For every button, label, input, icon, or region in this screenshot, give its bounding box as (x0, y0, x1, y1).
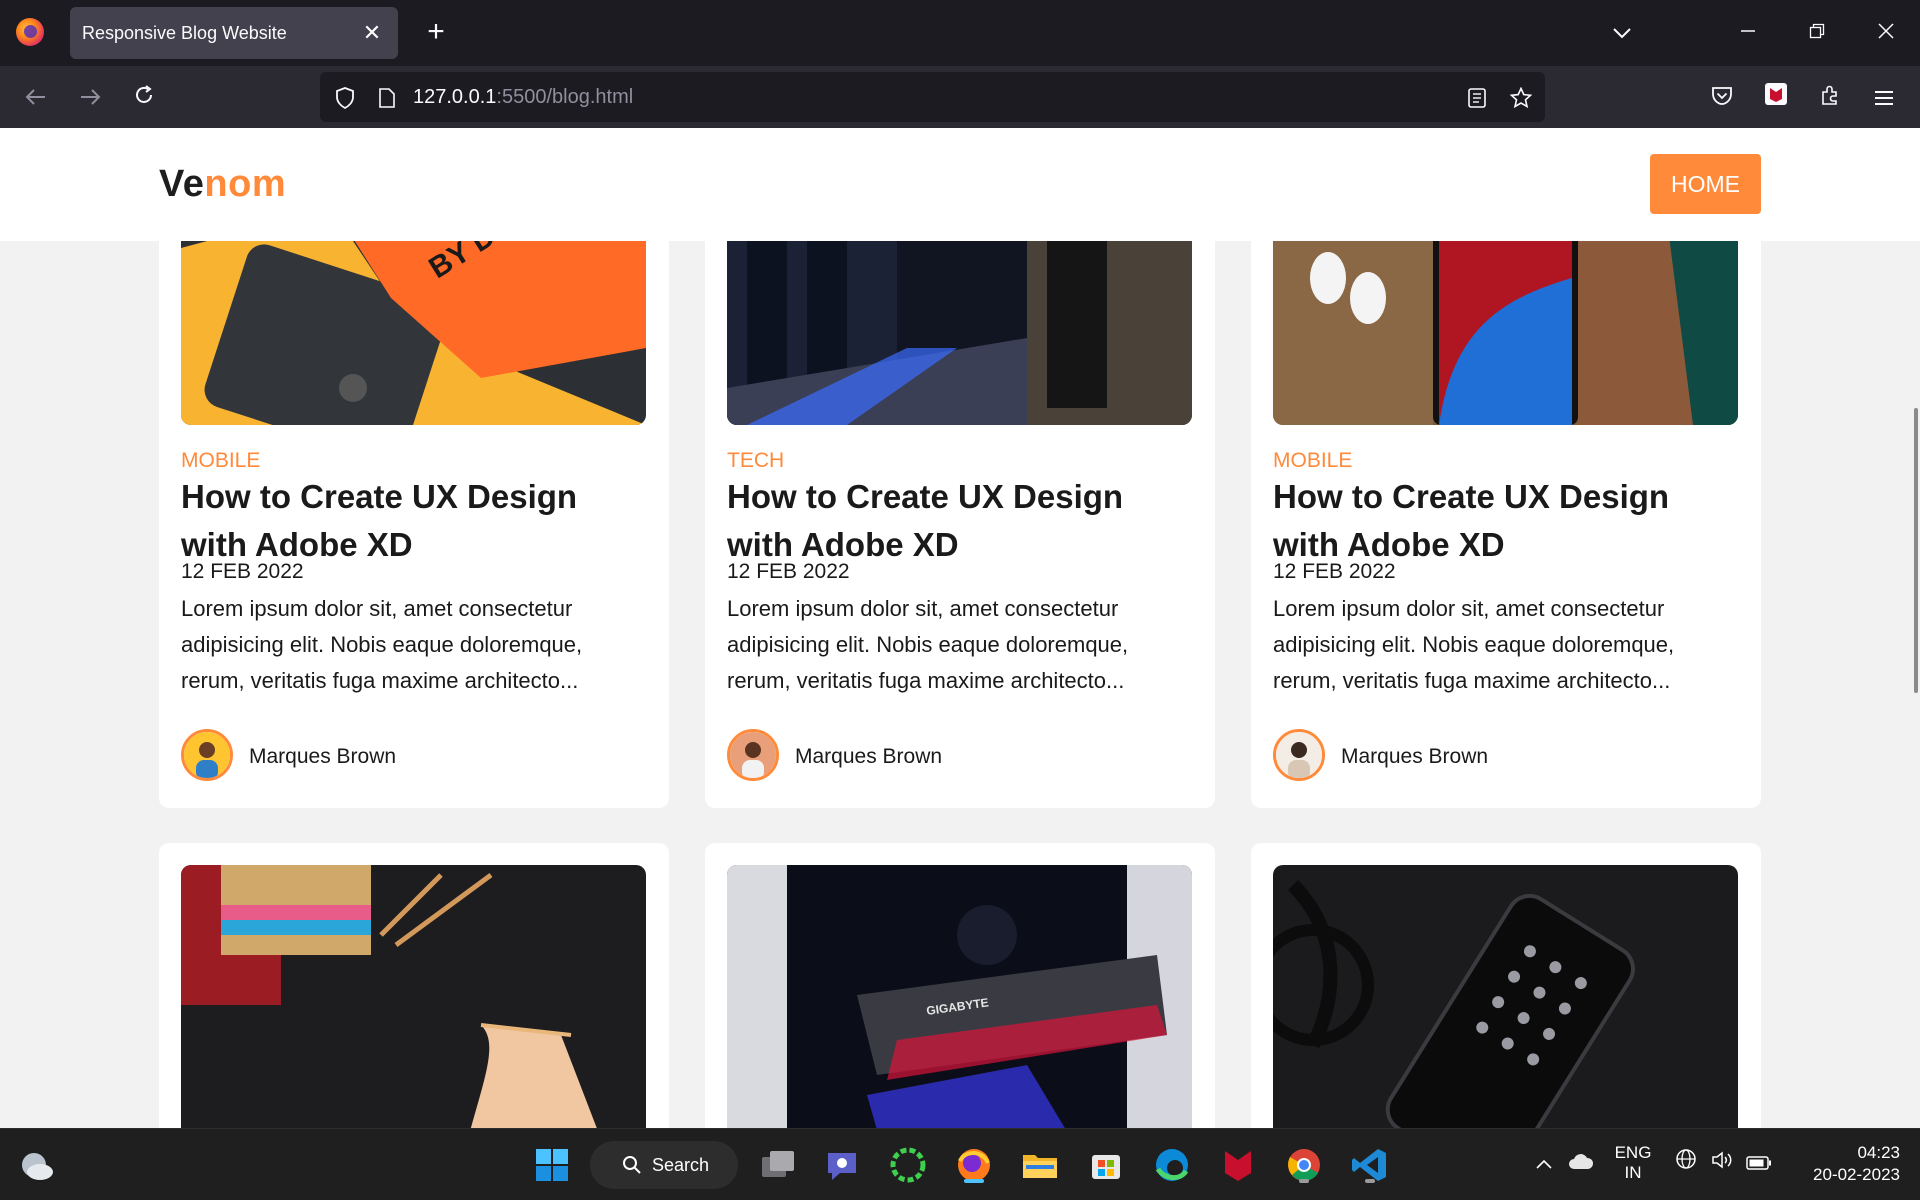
post-image[interactable] (1273, 865, 1738, 1128)
post-date: 12 FEB 2022 (181, 560, 304, 583)
tab-active[interactable]: Responsive Blog Website ✕ (70, 7, 398, 59)
file-explorer-icon[interactable] (1018, 1143, 1062, 1187)
blog-card[interactable] (159, 843, 669, 1128)
list-all-tabs-icon[interactable] (1602, 12, 1642, 52)
weather-icon[interactable] (14, 1143, 58, 1187)
browser-tab-bar: Responsive Blog Website ✕ + (0, 0, 1920, 66)
post-title[interactable]: How to Create UX Design with Adobe XD (181, 473, 651, 569)
page-icon (367, 72, 407, 122)
reload-icon[interactable] (124, 77, 164, 117)
bookmark-star-icon[interactable] (1501, 72, 1541, 122)
blog-card[interactable] (1251, 843, 1761, 1128)
home-button[interactable]: HOME (1650, 154, 1761, 214)
author-name: Marques Brown (249, 745, 397, 768)
search-icon (623, 1156, 641, 1174)
teams-chat-icon[interactable] (820, 1143, 864, 1187)
post-category[interactable]: MOBILE (181, 449, 260, 473)
app-ring-icon[interactable] (886, 1143, 930, 1187)
reader-view-icon[interactable] (1457, 72, 1497, 122)
tab-title: Responsive Blog Website (82, 23, 287, 43)
taskbar-search[interactable]: Search (590, 1141, 738, 1189)
forward-arrow-icon[interactable] (70, 77, 110, 117)
mcafee-icon[interactable] (1216, 1143, 1260, 1187)
vscode-icon[interactable] (1348, 1143, 1392, 1187)
post-category[interactable]: MOBILE (1273, 449, 1352, 473)
region-label: IN (1624, 1163, 1642, 1182)
post-image[interactable]: GIGABYTE (727, 865, 1192, 1128)
post-title[interactable]: How to Create UX Design with Adobe XD (727, 473, 1197, 569)
restore-icon[interactable] (1797, 12, 1837, 52)
post-date: 12 FEB 2022 (727, 560, 850, 583)
clock-date: 20-02-2023 (1813, 1165, 1900, 1184)
site-header: Venom HOME (0, 128, 1920, 241)
extension-mcafee-icon[interactable] (1756, 77, 1796, 117)
blog-card[interactable]: TECH How to Create UX Design with Adobe … (705, 188, 1215, 808)
author-name: Marques Brown (1341, 745, 1489, 768)
author-avatar (1273, 729, 1325, 781)
clock[interactable]: 04:23 20-02-2023 (1792, 1129, 1900, 1200)
address-bar[interactable]: 127.0.0.1:5500/blog.html (320, 72, 1545, 122)
post-category[interactable]: TECH (727, 449, 784, 473)
close-window-icon[interactable] (1866, 12, 1906, 52)
tab-close-icon[interactable]: ✕ (356, 17, 388, 49)
blog-card[interactable]: GIGABYTE (705, 843, 1215, 1128)
search-label: Search (652, 1155, 710, 1175)
post-excerpt: Lorem ipsum dolor sit, amet consectetur … (1273, 596, 1675, 693)
menu-hamburger-icon[interactable] (1864, 77, 1904, 117)
onedrive-cloud-icon[interactable] (1566, 1129, 1596, 1200)
show-hidden-icons[interactable] (1532, 1129, 1556, 1200)
author-avatar (727, 729, 779, 781)
firefox-logo-icon[interactable] (16, 18, 44, 46)
chrome-icon[interactable] (1282, 1143, 1326, 1187)
blog-card[interactable]: MOBILE How to Create UX Design with Adob… (1251, 188, 1761, 808)
task-view-icon[interactable] (756, 1143, 800, 1187)
microsoft-store-icon[interactable] (1084, 1143, 1128, 1187)
volume-icon[interactable] (1708, 1129, 1736, 1200)
post-excerpt: Lorem ipsum dolor sit, amet consectetur … (181, 596, 583, 693)
web-page: Venom HOME BY DESI MOBILE How to Create … (0, 128, 1920, 1128)
extensions-puzzle-icon[interactable] (1810, 77, 1850, 117)
shield-icon[interactable] (325, 72, 365, 122)
author-name: Marques Brown (795, 745, 943, 768)
url-text[interactable]: 127.0.0.1:5500/blog.html (413, 86, 633, 109)
clock-time: 04:23 (1857, 1143, 1900, 1162)
new-tab-button[interactable]: + (418, 14, 454, 50)
author-avatar (181, 729, 233, 781)
edge-icon[interactable] (1150, 1143, 1194, 1187)
post-image[interactable] (181, 865, 646, 1128)
windows-taskbar: Search ENG IN 04:23 20-02-2023 (0, 1128, 1920, 1200)
page-scrollbar-thumb[interactable] (1914, 408, 1918, 693)
browser-toolbar: 127.0.0.1:5500/blog.html (0, 66, 1920, 128)
site-logo[interactable]: Venom (159, 163, 286, 206)
post-title[interactable]: How to Create UX Design with Adobe XD (1273, 473, 1743, 569)
post-excerpt: Lorem ipsum dolor sit, amet consectetur … (727, 596, 1129, 693)
windows-start-icon[interactable] (530, 1143, 574, 1187)
blog-card[interactable]: BY DESI MOBILE How to Create UX Design w… (159, 188, 669, 808)
post-date: 12 FEB 2022 (1273, 560, 1396, 583)
network-globe-icon[interactable] (1672, 1129, 1700, 1200)
language-label: ENG (1614, 1143, 1652, 1162)
firefox-taskbar-icon[interactable] (952, 1143, 996, 1187)
input-language[interactable]: ENG IN (1608, 1129, 1658, 1200)
pocket-icon[interactable] (1702, 77, 1742, 117)
minimize-icon[interactable] (1728, 12, 1768, 52)
back-arrow-icon[interactable] (16, 77, 56, 117)
battery-icon[interactable] (1744, 1129, 1774, 1200)
